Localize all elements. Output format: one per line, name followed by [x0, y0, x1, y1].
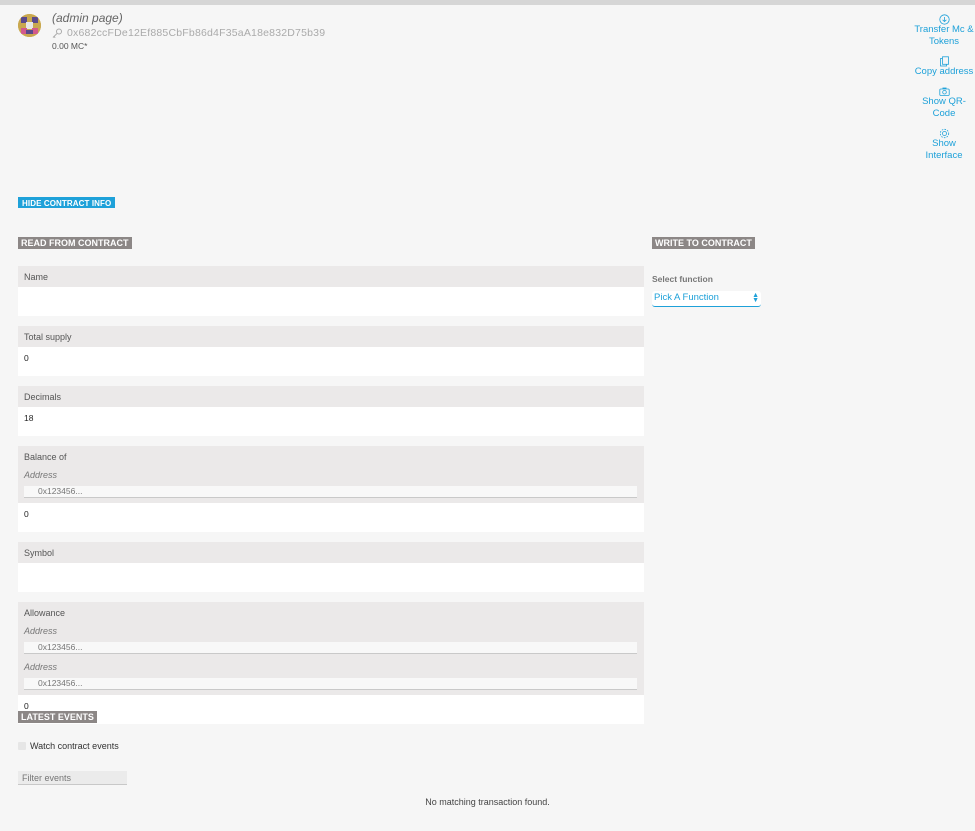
read-row-value: [18, 563, 644, 592]
watch-events-label: Watch contract events: [30, 741, 119, 751]
read-row-label: Symbol: [24, 548, 55, 558]
transfer-button[interactable]: Transfer Mc & Tokens: [914, 12, 974, 48]
read-row-header: Total supply: [18, 326, 644, 347]
read-row-header: Allowance Address Address: [18, 602, 644, 695]
allowance-owner-input[interactable]: [24, 641, 637, 654]
account-name: (admin page): [52, 11, 123, 25]
read-row-balance-of: Balance of Address 0: [18, 446, 644, 532]
avatar: [18, 14, 41, 37]
function-select[interactable]: Pick A Function ▲ ▼: [652, 291, 761, 307]
copy-address-button[interactable]: Copy address: [914, 54, 974, 78]
no-transactions-message: No matching transaction found.: [425, 797, 550, 807]
balance-of-address-input[interactable]: [24, 485, 637, 498]
watch-events-row: Watch contract events: [18, 741, 119, 751]
show-qr-button[interactable]: Show QR-Code: [914, 84, 974, 120]
read-row-allowance: Allowance Address Address 0: [18, 602, 644, 724]
watch-events-checkbox[interactable]: [18, 742, 26, 750]
read-row-decimals: Decimals 18: [18, 386, 644, 436]
read-from-contract-title: READ FROM CONTRACT: [18, 237, 132, 249]
select-arrows-icon: ▲ ▼: [752, 292, 759, 304]
camera-icon: [938, 84, 950, 96]
account-address[interactable]: 0x682ccFDe12Ef885CbFb86d4F35aA18e832D75b…: [67, 27, 325, 39]
account-balance: 0.00 MC*: [52, 41, 88, 51]
read-row-header: Symbol: [18, 542, 644, 563]
key-icon: [52, 28, 63, 39]
hide-contract-info-button[interactable]: HIDE CONTRACT INFO: [18, 197, 116, 208]
read-function-list: Name Total supply 0 Decimals 18 Balance …: [18, 266, 644, 734]
read-row-label: Name: [24, 272, 49, 282]
read-row-total-supply: Total supply 0: [18, 326, 644, 376]
read-row-label: Balance of: [24, 452, 67, 462]
read-row-symbol: Symbol: [18, 542, 644, 592]
param-label: Address: [24, 470, 58, 480]
read-row-value: 0: [18, 347, 644, 376]
read-row-label: Decimals: [24, 392, 62, 402]
download-circle-icon: [938, 12, 950, 25]
read-row-label: Total supply: [24, 332, 72, 342]
read-row-value: 18: [18, 407, 644, 436]
param-label: Address: [24, 662, 58, 672]
param-label: Address: [24, 626, 58, 636]
select-function-label: Select function: [652, 274, 713, 284]
address-row: 0x682ccFDe12Ef885CbFb86d4F35aA18e832D75b…: [52, 27, 325, 39]
show-interface-button[interactable]: Show Interface: [914, 126, 974, 162]
latest-events-title: LATEST EVENTS: [18, 711, 97, 723]
read-row-value: 0: [18, 503, 644, 532]
read-row-header: Name: [18, 266, 644, 287]
show-interface-label: Show Interface: [925, 138, 963, 161]
read-row-name: Name: [18, 266, 644, 316]
transfer-label: Transfer Mc & Tokens: [914, 24, 974, 47]
copy-icon: [939, 54, 950, 67]
function-select-value: Pick A Function: [654, 292, 719, 303]
copy-address-label: Copy address: [914, 66, 974, 77]
action-column: Transfer Mc & Tokens Copy address Show Q…: [914, 12, 974, 168]
read-row-value: 0: [18, 695, 644, 724]
top-bar: [0, 0, 975, 5]
read-row-label: Allowance: [24, 608, 66, 618]
write-to-contract-title: WRITE TO CONTRACT: [652, 237, 755, 249]
filter-events-input[interactable]: [18, 771, 127, 785]
gear-icon: [939, 126, 950, 139]
allowance-spender-input[interactable]: [24, 677, 637, 690]
read-row-value: [18, 287, 644, 316]
show-qr-label: Show QR-Code: [922, 96, 966, 119]
read-row-header: Balance of Address: [18, 446, 644, 503]
read-row-header: Decimals: [18, 386, 644, 407]
